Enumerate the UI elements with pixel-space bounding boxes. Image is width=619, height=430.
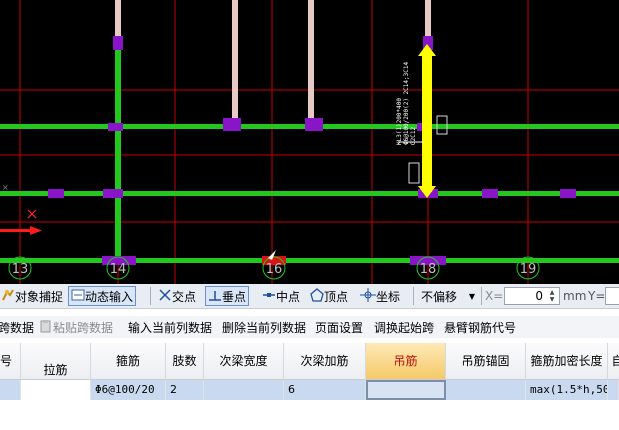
intersection-icon [158, 288, 172, 308]
axis-label-16: 16 [266, 262, 283, 277]
snap-toolbar: 对象捕捉 动态输入 交点 垂点 中点 顶点 坐标 不偏移 ▼ X= 0 ▲ ▼ … [0, 284, 619, 309]
cell-secondary-beam-width[interactable] [204, 380, 284, 400]
cell-number[interactable] [0, 380, 21, 400]
col-header-hanger-bar[interactable]: 吊筋 [366, 343, 446, 380]
dropdown-icon: ▼ [468, 292, 475, 301]
cell-hanger-bar[interactable] [366, 380, 446, 400]
delete-current-column-button[interactable]: 删除当前列数据 [222, 319, 306, 337]
y-coordinate-input[interactable] [605, 287, 619, 305]
beam-annotation-line-2: Φ6@100/200(2) 2C14;3C14 [403, 62, 410, 145]
y-label: Y= [588, 289, 606, 303]
rebar-table: 号 拉筋 箍筋 肢数 次梁宽度 次梁加筋 吊筋 吊筋锚固 箍筋加密长度 自 Φ6… [0, 343, 619, 430]
cell-hanger-anchorage[interactable] [446, 380, 526, 400]
col-header-secondary-beam-rebar[interactable]: 次梁加筋 [284, 343, 366, 380]
col-header-stirrup-dense-length[interactable]: 箍筋加密长度 [526, 343, 608, 380]
dynamic-input-icon [71, 288, 85, 308]
midpoint-icon [262, 288, 276, 308]
axis-label-13: 13 [12, 262, 29, 277]
page-setup-button[interactable]: 页面设置 [315, 319, 363, 337]
cell-stirrup[interactable]: Φ6@100/20 [91, 380, 166, 400]
dynamic-input-button[interactable]: 动态输入 [68, 286, 137, 308]
col-header-tie-bar[interactable]: 拉筋 [21, 343, 91, 380]
adjust-start-span-button[interactable]: 调换起始跨 [374, 319, 434, 337]
paste-span-data-button[interactable]: 粘贴跨数据 [39, 319, 113, 337]
snap-icon [1, 288, 15, 308]
copy-span-data-button[interactable]: 跨数据 [0, 319, 34, 337]
cursor-marker [27, 209, 37, 219]
col-header-next[interactable]: 自 [608, 343, 619, 380]
paste-icon [39, 319, 53, 338]
vertex-snap-button[interactable]: 顶点 [307, 286, 351, 306]
axis-label-14: 14 [110, 262, 127, 277]
col-header-legs[interactable]: 肢数 [166, 343, 204, 380]
col-header-hanger-anchorage[interactable]: 吊筋锚固 [446, 343, 526, 380]
coordinate-snap-button[interactable]: 坐标 [357, 286, 403, 306]
intersection-snap-button[interactable]: 交点 [155, 286, 199, 306]
cell-secondary-beam-rebar[interactable]: 6 [284, 380, 366, 400]
col-header-number[interactable]: 号 [0, 343, 21, 380]
x-label: X= [485, 289, 504, 303]
cad-canvas[interactable]: KL3(1)200*400 Φ6@100/200(2) 2C14;3C14 G2… [0, 0, 619, 284]
x-spinner[interactable]: ▲ ▼ [546, 289, 558, 303]
offset-mode-select[interactable]: 不偏移 ▼ [418, 286, 480, 306]
cell-stirrup-dense-length[interactable]: max(1.5*h,50 [526, 380, 608, 400]
cell-legs[interactable]: 2 [166, 380, 204, 400]
cantilever-code-button[interactable]: 悬臂钢筋代号 [444, 319, 516, 337]
svg-text:×: × [2, 183, 9, 192]
col-header-stirrup[interactable]: 箍筋 [91, 343, 166, 380]
object-snap-button[interactable]: 对象捕捉 [0, 286, 66, 306]
col-header-secondary-beam-width[interactable]: 次梁宽度 [204, 343, 284, 380]
beam-annotation-line-1: KL3(1)200*400 [396, 98, 403, 145]
axis-label-18: 18 [420, 262, 437, 277]
cell-next[interactable] [608, 380, 619, 400]
drawing-area[interactable]: KL3(1)200*400 Φ6@100/200(2) 2C14;3C14 G2… [0, 0, 619, 284]
axis-label-19: 19 [520, 262, 537, 277]
coordinate-icon [360, 287, 376, 308]
midpoint-snap-button[interactable]: 中点 [259, 286, 303, 306]
input-current-column-button[interactable]: 输入当前列数据 [128, 319, 212, 337]
perpendicular-snap-button[interactable]: 垂点 [205, 286, 250, 308]
vertex-icon [310, 287, 324, 308]
x-unit: mm [563, 289, 587, 303]
x-coordinate-input[interactable]: 0 ▲ ▼ [504, 287, 560, 305]
grid-toolbar: 跨数据 粘贴跨数据 输入当前列数据 删除当前列数据 页面设置 调换起始跨 悬臂钢… [0, 316, 619, 338]
cell-tie-bar[interactable] [21, 380, 91, 400]
perpendicular-icon [208, 288, 222, 308]
